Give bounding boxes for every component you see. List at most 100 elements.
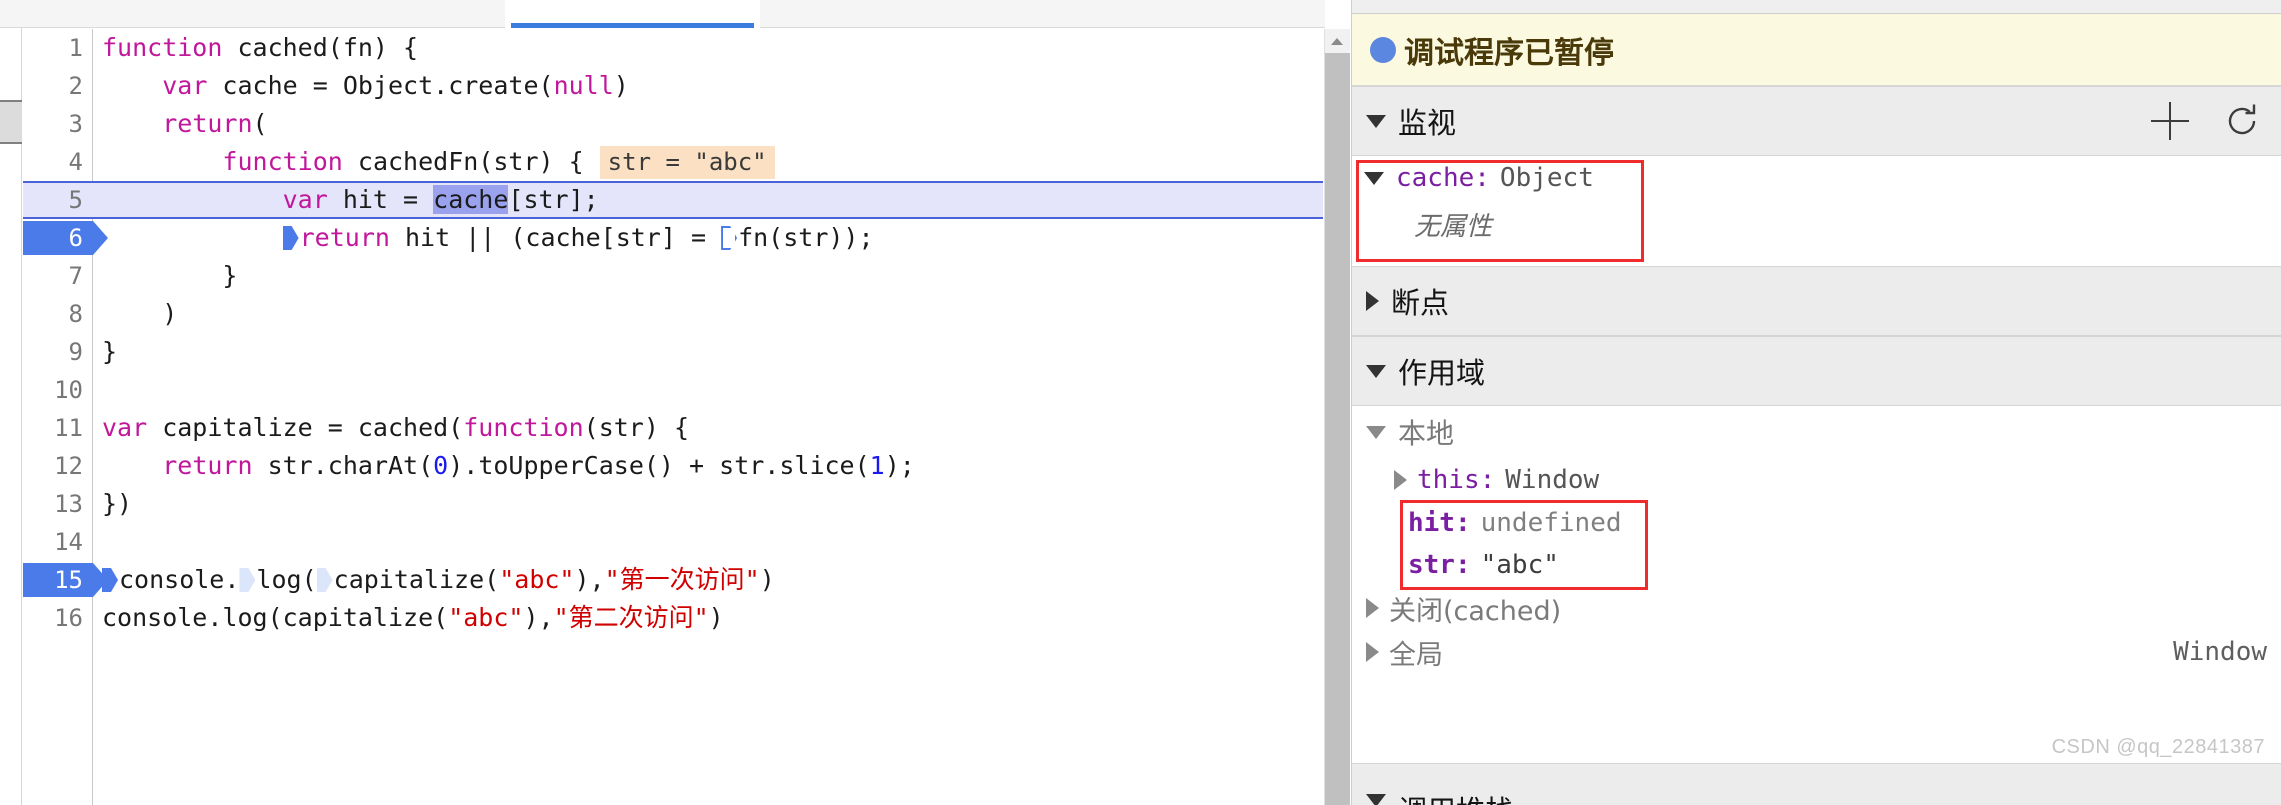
line-number[interactable]: 1 <box>23 29 93 67</box>
scope-closure-group[interactable]: 关闭(cached) <box>1352 586 2281 630</box>
code-line[interactable]: 8 ) <box>23 295 1323 333</box>
code-token: var <box>162 71 208 100</box>
scrollbar-thumb[interactable] <box>1325 53 1350 805</box>
scope-this-value: Window <box>1505 465 1600 495</box>
code-token: ).toUpperCase() + str.slice( <box>448 451 870 480</box>
code-scroll-area[interactable]: 1 function cached(fn) {2 var cache = Obje… <box>23 29 1323 805</box>
breakpoints-section-header[interactable]: 断点 <box>1352 266 2281 336</box>
scope-var-hit-name: hit: <box>1408 508 1471 538</box>
chevron-right-icon <box>1394 470 1407 490</box>
code-line[interactable]: 6 return hit || (cache[str] = fn(str)); <box>23 219 1323 257</box>
line-number[interactable]: 8 <box>23 295 93 333</box>
line-number[interactable]: 13 <box>23 485 93 523</box>
code-token: ), <box>574 565 605 594</box>
refresh-watch-icon[interactable] <box>2221 100 2263 142</box>
scope-global-label: 全局 <box>1389 639 1443 671</box>
editor-tabstrip[interactable] <box>0 0 1325 28</box>
line-number[interactable]: 7 <box>23 257 93 295</box>
code-line[interactable]: 5 var hit = cache[str]; <box>23 181 1323 219</box>
code-token: return <box>162 451 253 480</box>
line-number[interactable]: 10 <box>23 371 93 409</box>
line-number[interactable]: 12 <box>23 447 93 485</box>
code-line[interactable]: 7 } <box>23 257 1323 295</box>
code-line[interactable]: 11 var capitalize = cached(function(str) … <box>23 409 1323 447</box>
scope-section-title: 作用域 <box>1398 356 1486 390</box>
code-text: } <box>93 257 237 295</box>
code-token: capitalize = cached( <box>147 413 464 442</box>
code-token: (str) { <box>583 413 690 442</box>
csdn-watermark: CSDN @qq_22841387 <box>2051 736 2265 758</box>
step-into-outline-icon[interactable] <box>721 226 738 250</box>
code-token: fn(str)); <box>738 223 874 252</box>
line-number[interactable]: 15 <box>23 561 93 599</box>
sidebar-top-stub <box>1352 0 2281 14</box>
code-line[interactable]: 3 return( <box>23 105 1323 143</box>
code-line[interactable]: 15 console. log(capitalize("abc"),"第一次访问") <box>23 561 1323 599</box>
code-line[interactable]: 14 <box>23 523 1323 561</box>
scroll-up-arrow-icon[interactable] <box>1325 29 1350 51</box>
line-number[interactable]: 16 <box>23 599 93 637</box>
step-into-hollow-icon[interactable] <box>316 568 333 592</box>
code-token: ) <box>708 603 724 632</box>
editor-rail-drag-handle[interactable] <box>0 100 22 144</box>
line-number[interactable]: 11 <box>23 409 93 447</box>
scope-var-this[interactable]: this: Window <box>1352 458 2281 502</box>
scope-global-group[interactable]: 全局 Window <box>1352 630 2281 674</box>
code-line[interactable]: 10 <box>23 371 1323 409</box>
paused-banner-label: 调试程序已暂停 <box>1404 35 1614 71</box>
code-line[interactable]: 16 console.log(capitalize("abc"),"第二次访问") <box>23 599 1323 637</box>
line-number[interactable]: 14 <box>23 523 93 561</box>
paused-indicator-icon <box>1370 36 1396 63</box>
code-text: console. log(capitalize("abc"),"第一次访问") <box>93 561 775 599</box>
line-number[interactable]: 4 <box>23 143 93 181</box>
add-watch-expression-icon[interactable] <box>2149 100 2191 142</box>
watch-entry-cache[interactable]: cache: Object <box>1352 156 2281 200</box>
editor-vertical-scrollbar[interactable] <box>1324 29 1350 805</box>
watch-section-header[interactable]: 监视 <box>1352 86 2281 156</box>
scope-section-header[interactable]: 作用域 <box>1352 336 2281 406</box>
scope-var-hit[interactable]: hit: undefined <box>1352 502 2281 544</box>
line-number[interactable]: 3 <box>23 105 93 143</box>
scope-this-name: this: <box>1417 465 1496 495</box>
code-line[interactable]: 12 return str.charAt(0).toUpperCase() + … <box>23 447 1323 485</box>
line-number[interactable]: 9 <box>23 333 93 371</box>
code-line[interactable]: 13}) <box>23 485 1323 523</box>
tab-active-source-file[interactable] <box>505 0 760 28</box>
code-token: hit = <box>327 185 434 214</box>
callstack-section-header[interactable]: 调用堆栈 <box>1352 763 2281 805</box>
step-into-hollow-icon[interactable] <box>239 568 256 592</box>
chevron-right-icon <box>1366 598 1379 618</box>
debugger-sidebar: 调试程序已暂停 监视 cache: Object 无属性 断点 作用域 本地 t… <box>1352 0 2281 805</box>
code-token: 0 <box>433 451 449 480</box>
line-number[interactable]: 5 <box>23 181 93 219</box>
scope-var-str[interactable]: str: "abc" <box>1352 544 2281 586</box>
code-text: ) <box>93 295 177 333</box>
callstack-section-title: 调用堆栈 <box>1398 788 1514 805</box>
code-line[interactable]: 9} <box>23 333 1323 371</box>
code-text: return hit || (cache[str] = fn(str)); <box>93 219 874 257</box>
code-line[interactable]: 4 function cachedFn(str) {str = "abc" <box>23 143 1323 181</box>
code-line[interactable]: 1 function cached(fn) { <box>23 29 1323 67</box>
step-into-solid-icon[interactable] <box>102 568 118 592</box>
scope-local-group[interactable]: 本地 <box>1352 406 2281 458</box>
scope-section-body: 本地 this: Window hit: undefined str: "abc… <box>1352 406 2281 674</box>
code-token: capitalize( <box>333 565 500 594</box>
source-editor-pane: 1 function cached(fn) {2 var cache = Obje… <box>0 0 1352 805</box>
scope-local-label: 本地 <box>1398 417 1455 450</box>
code-line[interactable]: 2 var cache = Object.create(null) <box>23 67 1323 105</box>
code-token: console. <box>119 565 240 594</box>
scope-closure-label: 关闭(cached) <box>1389 595 1562 627</box>
code-token: ); <box>884 451 915 480</box>
code-token: cached(fn) { <box>222 33 419 62</box>
step-into-solid-icon[interactable] <box>282 226 299 250</box>
line-number[interactable]: 6 <box>23 219 93 257</box>
code-token: "abc" <box>499 565 575 594</box>
chevron-down-icon <box>1366 425 1386 439</box>
scope-var-str-value: "abc" <box>1480 550 1559 580</box>
code-text: var cache = Object.create(null) <box>93 67 629 105</box>
line-number[interactable]: 2 <box>23 67 93 105</box>
code-token: } <box>102 337 118 366</box>
